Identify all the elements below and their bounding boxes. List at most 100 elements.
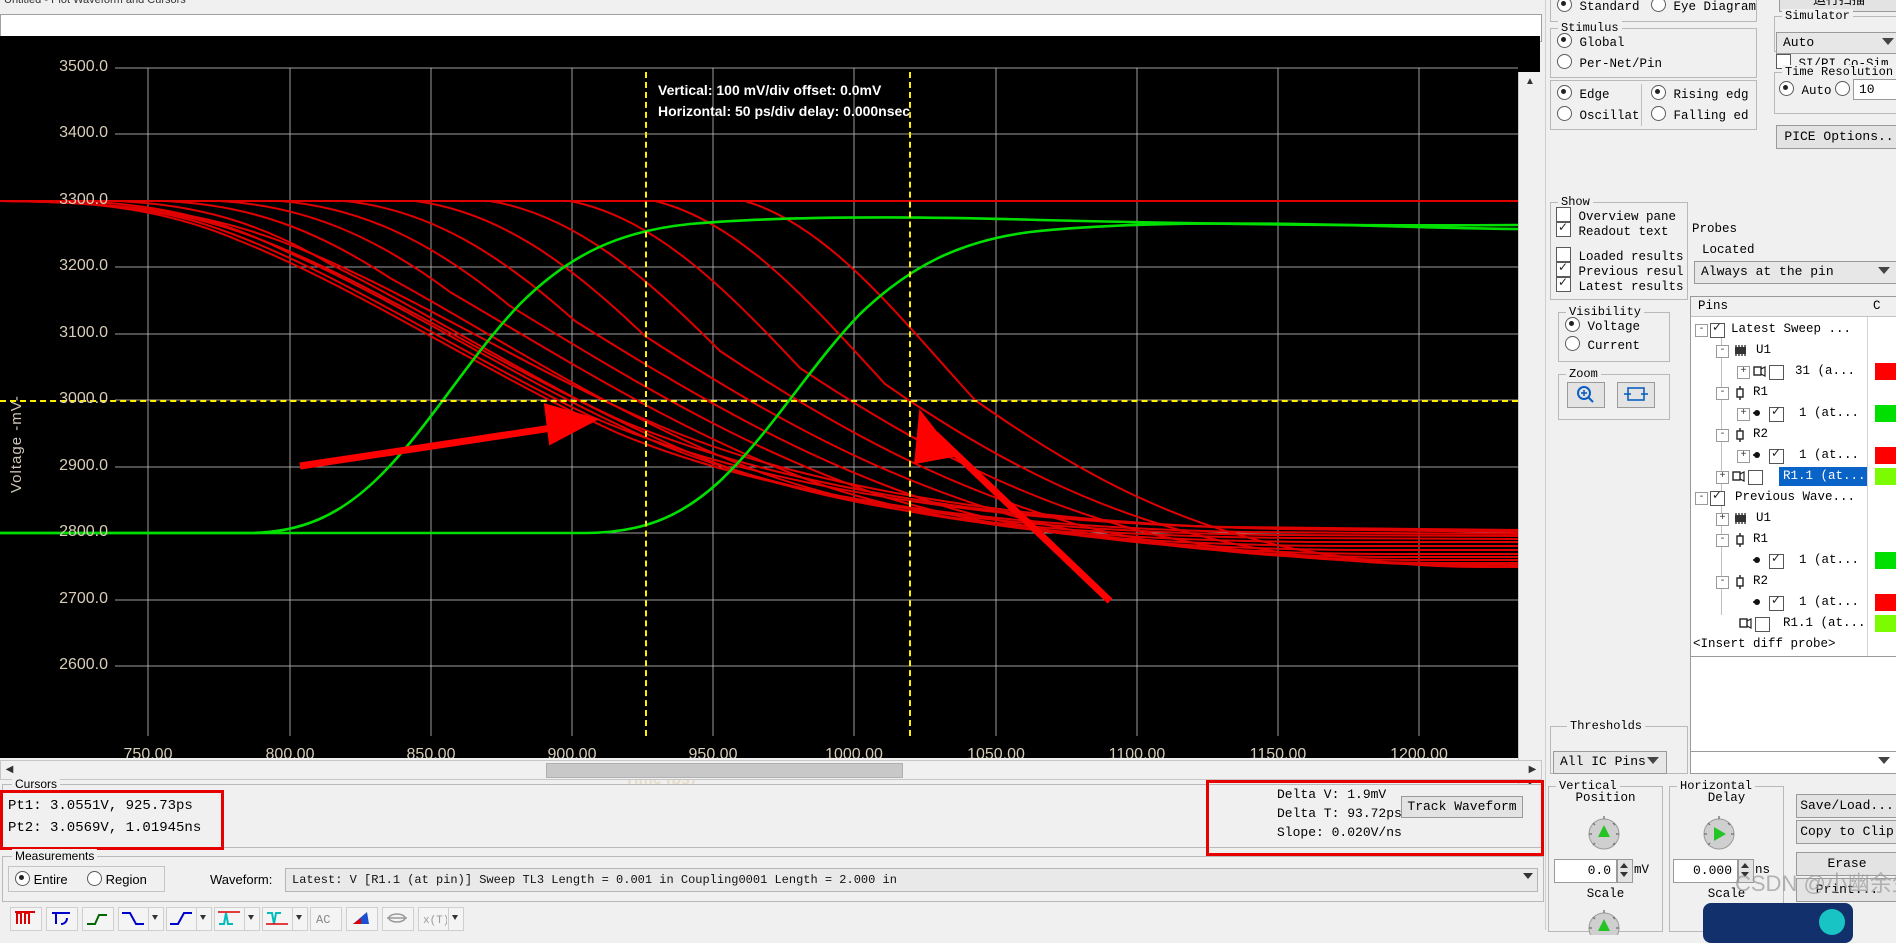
tree-row[interactable]: R1.1 (at... bbox=[1691, 613, 1896, 634]
tree-row[interactable]: + 1 (at... bbox=[1691, 403, 1896, 424]
expander-icon[interactable]: - bbox=[1695, 492, 1708, 505]
tree-row[interactable]: - R1 bbox=[1691, 382, 1896, 403]
region-radio-wrap[interactable]: Region bbox=[87, 871, 147, 887]
expander-icon[interactable]: - bbox=[1716, 345, 1729, 358]
latest-results-checkbox-wrap[interactable]: Latest results bbox=[1556, 275, 1684, 294]
trace-color-swatch[interactable] bbox=[1875, 594, 1896, 611]
region-radio[interactable] bbox=[87, 871, 102, 886]
toolbar-icon-ac[interactable]: AC bbox=[310, 907, 342, 931]
row-checkbox[interactable] bbox=[1769, 593, 1784, 611]
expander-icon[interactable]: - bbox=[1716, 387, 1729, 400]
expander-icon[interactable]: - bbox=[1716, 429, 1729, 442]
toolbar-icon-undershoot-menu[interactable] bbox=[292, 907, 308, 931]
rising-edge-radio[interactable] bbox=[1651, 85, 1666, 100]
toolbar-icon-delay[interactable] bbox=[82, 907, 114, 931]
eye-diagram-radio[interactable] bbox=[1651, 0, 1666, 12]
row-checkbox[interactable] bbox=[1769, 551, 1784, 569]
tree-row[interactable]: + 1 (at... bbox=[1691, 445, 1896, 466]
time-res-manual-radio[interactable] bbox=[1835, 81, 1850, 96]
vertical-position-knob[interactable] bbox=[1581, 811, 1627, 857]
edge-radio[interactable] bbox=[1557, 85, 1572, 100]
row-checkbox[interactable] bbox=[1748, 470, 1763, 485]
track-waveform-button[interactable]: Track Waveform bbox=[1401, 796, 1523, 818]
row-checkbox[interactable] bbox=[1710, 488, 1725, 506]
threshold-value-select[interactable] bbox=[1690, 751, 1896, 774]
toolbar-icon-freq[interactable] bbox=[46, 907, 78, 931]
entire-radio[interactable] bbox=[15, 871, 30, 886]
insert-diff-probe-row[interactable]: <Insert diff probe> bbox=[1691, 634, 1896, 655]
toolbar-icon-falltime[interactable] bbox=[118, 907, 150, 931]
toolbar-icon-period[interactable] bbox=[10, 907, 42, 931]
eye-diagram-radio-wrap[interactable]: Eye Diagram bbox=[1651, 0, 1756, 14]
row-checkbox[interactable] bbox=[1769, 446, 1784, 464]
tree-row[interactable]: - Previous Wave... bbox=[1691, 487, 1896, 508]
tree-row[interactable]: - R2 bbox=[1691, 424, 1896, 445]
pins-tree-panel[interactable]: Pins C - Latest Sweep ... - U1 + 31 (a..… bbox=[1690, 296, 1896, 658]
oscillator-radio[interactable] bbox=[1557, 106, 1572, 121]
expander-icon[interactable]: + bbox=[1716, 471, 1729, 484]
toolbar-icon-undershoot[interactable] bbox=[262, 907, 294, 931]
trace-color-swatch[interactable] bbox=[1875, 468, 1896, 485]
chevron-down-icon[interactable] bbox=[1878, 757, 1890, 764]
scrollbar-thumb[interactable] bbox=[546, 763, 903, 778]
time-res-auto-radio[interactable] bbox=[1779, 81, 1794, 96]
trace-color-swatch[interactable] bbox=[1875, 552, 1896, 569]
simulator-select[interactable]: Auto bbox=[1776, 32, 1896, 54]
toolbar-icon-falltime-menu[interactable] bbox=[148, 907, 164, 931]
tree-row[interactable]: + 31 (a... bbox=[1691, 361, 1896, 382]
plot-vertical-scrollbar[interactable]: ▲ ▼ bbox=[1518, 72, 1541, 794]
oscillator-radio-wrap[interactable]: Oscillat bbox=[1557, 106, 1640, 123]
toolbar-icon-risetime-menu[interactable] bbox=[196, 907, 212, 931]
horizontal-delay-input[interactable]: 0.000 bbox=[1673, 859, 1738, 883]
global-radio-wrap[interactable]: Global bbox=[1557, 33, 1625, 50]
copy-to-clipboard-button[interactable]: Copy to Clip bbox=[1796, 820, 1896, 844]
time-res-value-input[interactable]: 10 bbox=[1853, 79, 1896, 100]
cursor-horizontal[interactable] bbox=[0, 400, 1518, 402]
edge-radio-wrap[interactable]: Edge bbox=[1557, 85, 1610, 102]
global-radio[interactable] bbox=[1557, 33, 1572, 48]
toolbar-icon-impedance[interactable] bbox=[382, 907, 414, 931]
time-res-manual-radio-wrap[interactable] bbox=[1835, 81, 1850, 97]
current-radio[interactable] bbox=[1565, 336, 1580, 351]
thresholds-select[interactable]: All IC Pins bbox=[1553, 751, 1667, 774]
save-load-button[interactable]: Save/Load... bbox=[1796, 794, 1896, 818]
toolbar-icon-overshoot[interactable] bbox=[214, 907, 246, 931]
spice-options-button[interactable]: PICE Options.. bbox=[1776, 125, 1896, 149]
scroll-left-icon[interactable]: ◀ bbox=[2, 762, 17, 777]
waveform-select[interactable]: Latest: V [R1.1 (at pin)] Sweep TL3 Leng… bbox=[285, 868, 1538, 892]
expander-icon[interactable]: - bbox=[1716, 576, 1729, 589]
toolbar-icon-xtalk[interactable]: x(T) bbox=[418, 907, 450, 931]
toolbar-icon-overshoot-menu[interactable] bbox=[244, 907, 260, 931]
chevron-down-icon[interactable] bbox=[1647, 757, 1659, 764]
plot-horizontal-scrollbar[interactable]: ◀ ▶ bbox=[0, 760, 1542, 780]
tree-row[interactable]: 1 (at... bbox=[1691, 550, 1896, 571]
vertical-position-stepper[interactable] bbox=[1617, 859, 1633, 883]
tree-row[interactable]: - R1 bbox=[1691, 529, 1896, 550]
horizontal-delay-knob[interactable] bbox=[1696, 811, 1742, 857]
chevron-down-icon[interactable] bbox=[1878, 267, 1890, 274]
vertical-scale-knob[interactable] bbox=[1581, 905, 1627, 935]
standard-radio[interactable] bbox=[1557, 0, 1572, 12]
vertical-position-input[interactable]: 0.0 bbox=[1554, 859, 1617, 883]
expander-icon[interactable]: - bbox=[1695, 324, 1708, 337]
trace-color-swatch[interactable] bbox=[1875, 363, 1896, 380]
falling-edge-radio[interactable] bbox=[1651, 106, 1666, 121]
expander-icon[interactable]: - bbox=[1716, 534, 1729, 547]
tree-row[interactable]: - R2 bbox=[1691, 571, 1896, 592]
zoom-in-button[interactable] bbox=[1567, 382, 1605, 408]
chevron-down-icon[interactable] bbox=[1882, 38, 1894, 45]
falling-edge-radio-wrap[interactable]: Falling ed bbox=[1651, 106, 1749, 123]
readout-text-checkbox[interactable] bbox=[1556, 220, 1571, 237]
tree-row-selected[interactable]: + R1.1 (at... bbox=[1691, 466, 1896, 487]
trace-color-swatch[interactable] bbox=[1875, 447, 1896, 464]
row-checkbox[interactable] bbox=[1769, 404, 1784, 422]
plot-area[interactable]: Vertical: 100 mV/div offset: 0.0mV Horiz… bbox=[0, 36, 1541, 794]
measurement-scope-radios[interactable]: Entire Region bbox=[8, 866, 165, 892]
per-net-pin-radio[interactable] bbox=[1557, 54, 1572, 69]
scroll-up-icon[interactable]: ▲ bbox=[1522, 74, 1538, 90]
standard-radio-wrap[interactable]: Standard bbox=[1557, 0, 1640, 14]
tree-row[interactable]: 1 (at... bbox=[1691, 592, 1896, 613]
current-radio-wrap[interactable]: Current bbox=[1565, 336, 1640, 353]
expander-icon[interactable]: + bbox=[1716, 513, 1729, 526]
chevron-down-icon[interactable] bbox=[1523, 873, 1533, 879]
